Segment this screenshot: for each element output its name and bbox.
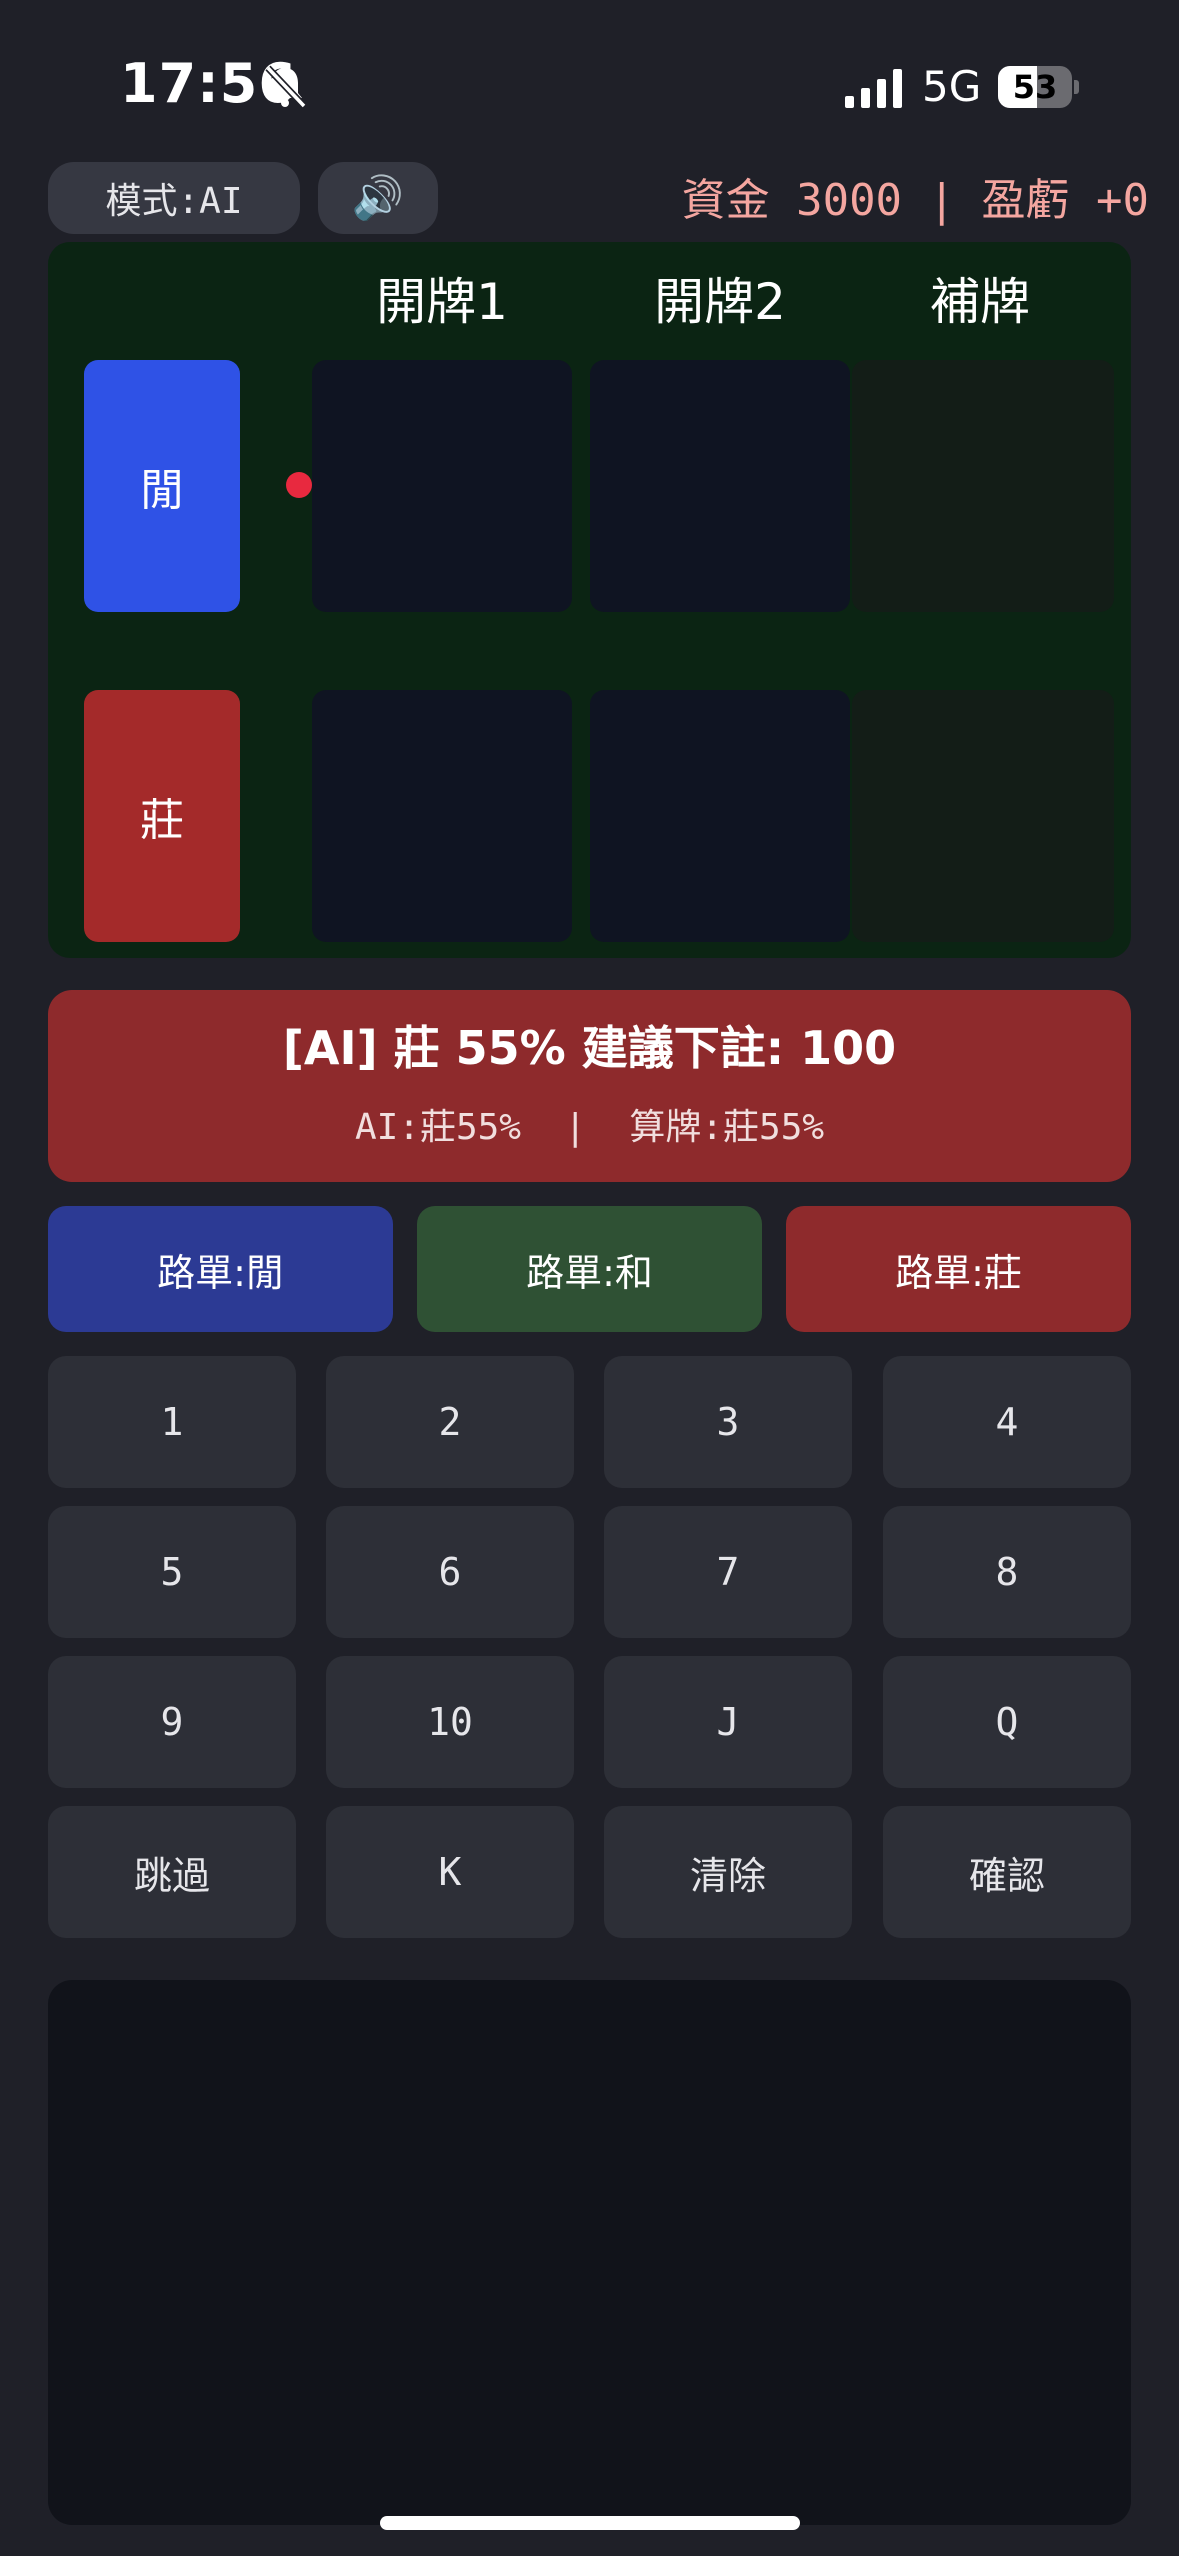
cellular-signal-icon: [845, 68, 907, 108]
column-header-card2: 開牌2: [654, 273, 786, 331]
road-banker-button[interactable]: 路單:莊: [786, 1206, 1131, 1332]
history-panel: [48, 1980, 1131, 2525]
home-indicator[interactable]: [380, 2516, 800, 2530]
key-9[interactable]: 9: [48, 1656, 296, 1788]
column-header-extra: 補牌: [930, 273, 1030, 331]
battery-icon: 53: [998, 66, 1080, 108]
active-row-indicator: [286, 472, 312, 498]
battery-percent: 53: [1012, 68, 1058, 106]
road-tie-button[interactable]: 路單:和: [417, 1206, 762, 1332]
column-header-card1: 開牌1: [376, 273, 508, 331]
advice-sub-text: AI:莊55% | 算牌:莊55%: [354, 1107, 825, 1148]
key-k[interactable]: K: [326, 1806, 574, 1938]
road-player-button[interactable]: 路單:閒: [48, 1206, 393, 1332]
key-1[interactable]: 1: [48, 1356, 296, 1488]
key-3[interactable]: 3: [604, 1356, 852, 1488]
sound-toggle-button[interactable]: 🔊: [318, 162, 438, 234]
key-6[interactable]: 6: [326, 1506, 574, 1638]
banker-card-slot-extra[interactable]: [852, 690, 1114, 942]
key-4[interactable]: 4: [883, 1356, 1131, 1488]
player-card-slot-extra[interactable]: [852, 360, 1114, 612]
funds-display: 資金 3000 | 盈虧 +0: [681, 175, 1149, 226]
player-card-slot-2[interactable]: [590, 360, 850, 612]
banker-side-label[interactable]: 莊: [84, 690, 240, 942]
confirm-button[interactable]: 確認: [883, 1806, 1131, 1938]
banker-card-slot-2[interactable]: [590, 690, 850, 942]
player-card-slot-1[interactable]: [312, 360, 572, 612]
key-8[interactable]: 8: [883, 1506, 1131, 1638]
bell-muted-icon: [260, 62, 310, 112]
banker-card-slot-1[interactable]: [312, 690, 572, 942]
skip-button[interactable]: 跳過: [48, 1806, 296, 1938]
speaker-icon: 🔊: [351, 173, 405, 222]
key-7[interactable]: 7: [604, 1506, 852, 1638]
clear-button[interactable]: 清除: [604, 1806, 852, 1938]
advice-main-text: [AI] 莊 55% 建議下註: 100: [282, 1021, 897, 1075]
key-5[interactable]: 5: [48, 1506, 296, 1638]
network-type: 5G: [922, 62, 982, 111]
player-side-label[interactable]: 閒: [84, 360, 240, 612]
key-j[interactable]: J: [604, 1656, 852, 1788]
key-10[interactable]: 10: [326, 1656, 574, 1788]
key-q[interactable]: Q: [883, 1656, 1131, 1788]
key-2[interactable]: 2: [326, 1356, 574, 1488]
mode-button[interactable]: 模式:AI: [48, 162, 300, 234]
